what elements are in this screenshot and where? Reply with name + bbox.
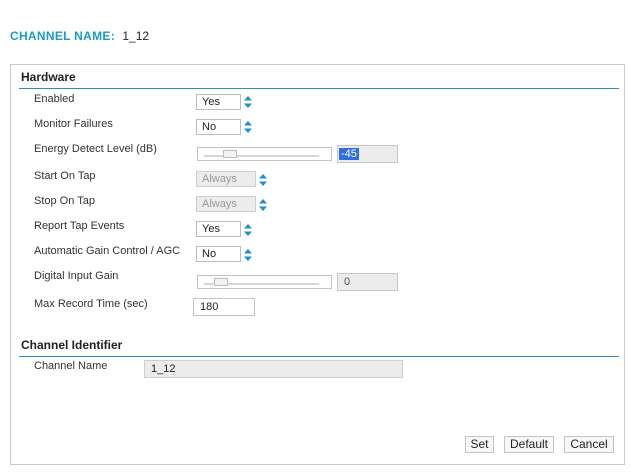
enabled-label: Enabled [34, 93, 75, 105]
enabled-spinner-icon[interactable] [244, 96, 252, 108]
monitor-failures-label: Monitor Failures [34, 118, 113, 130]
monitor-failures-select[interactable]: No [196, 119, 241, 135]
hardware-section-divider [19, 88, 619, 89]
energy-detect-slider[interactable] [197, 147, 332, 161]
report-tap-events-select[interactable]: Yes [196, 221, 241, 237]
channel-name-input[interactable]: 1_12 [144, 360, 403, 378]
start-on-tap-select[interactable]: Always [196, 171, 256, 187]
max-record-time-label: Max Record Time (sec) [34, 298, 148, 310]
channel-name-label: Channel Name [34, 360, 108, 372]
max-record-time-input[interactable]: 180 [193, 298, 255, 316]
enabled-select[interactable]: Yes [196, 94, 241, 110]
report-tap-events-spinner-icon[interactable] [244, 224, 252, 236]
default-button[interactable]: Default [504, 436, 554, 453]
channel-name-heading: CHANNEL NAME: 1_12 [10, 29, 149, 43]
digital-input-gain-slider[interactable] [197, 275, 332, 289]
agc-select[interactable]: No [196, 246, 241, 262]
digital-input-gain-value[interactable]: 0 [337, 273, 398, 291]
start-on-tap-spinner-icon[interactable] [259, 174, 267, 186]
agc-spinner-icon[interactable] [244, 249, 252, 261]
energy-detect-label: Energy Detect Level (dB) [34, 143, 157, 155]
monitor-failures-spinner-icon[interactable] [244, 121, 252, 133]
start-on-tap-label: Start On Tap [34, 170, 96, 182]
stop-on-tap-spinner-icon[interactable] [259, 199, 267, 211]
report-tap-events-label: Report Tap Events [34, 220, 125, 232]
energy-detect-value: -45 [339, 148, 359, 160]
agc-label: Automatic Gain Control / AGC [34, 245, 181, 257]
settings-panel: Hardware Enabled Yes Monitor Failures No… [10, 64, 625, 465]
set-button[interactable]: Set [465, 436, 494, 453]
stop-on-tap-select[interactable]: Always [196, 196, 256, 212]
channel-identifier-section-divider [19, 356, 619, 357]
channel-identifier-section-title: Channel Identifier [21, 338, 123, 352]
hardware-section-title: Hardware [21, 70, 76, 84]
digital-input-gain-slider-thumb[interactable] [214, 278, 228, 286]
energy-detect-slider-thumb[interactable] [223, 150, 237, 158]
cancel-button[interactable]: Cancel [564, 436, 614, 453]
stop-on-tap-label: Stop On Tap [34, 195, 95, 207]
channel-name-heading-value: 1_12 [122, 29, 150, 43]
energy-detect-value-field[interactable]: -45 [337, 145, 398, 163]
channel-name-heading-label: CHANNEL NAME: [10, 29, 116, 43]
digital-input-gain-label: Digital Input Gain [34, 270, 119, 282]
energy-detect-slider-rail [204, 155, 319, 157]
